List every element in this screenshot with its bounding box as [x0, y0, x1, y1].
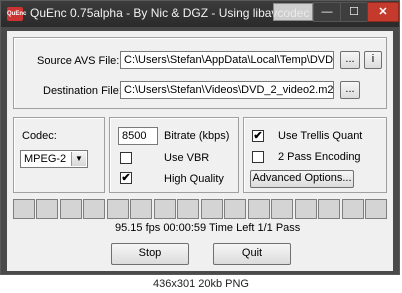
progress-cell: [13, 199, 35, 219]
codec-label: Codec:: [22, 130, 57, 142]
close-button[interactable]: ✕: [367, 2, 399, 22]
progress-cell: [154, 199, 176, 219]
destination-browse-button[interactable]: ...: [340, 81, 360, 99]
two-pass-label: 2 Pass Encoding: [278, 151, 361, 163]
info-button[interactable]: i: [364, 51, 382, 69]
minimize-button[interactable]: —: [313, 2, 341, 22]
bitrate-label: Bitrate (kbps): [164, 130, 230, 142]
source-file-label: Source AVS File:: [37, 55, 120, 67]
trellis-quant-label: Use Trellis Quant: [278, 130, 363, 142]
options-group: ✔ Use Trellis Quant 2 Pass Encoding Adva…: [243, 117, 387, 193]
codec-group: Codec: MPEG-2 ▼: [13, 117, 105, 193]
two-pass-checkbox[interactable]: [252, 151, 264, 163]
codec-selected-value: MPEG-2: [24, 153, 67, 165]
progress-cell: [365, 199, 387, 219]
destination-file-label: Destination File:: [43, 85, 122, 97]
progress-cell: [107, 199, 129, 219]
progress-cell: [271, 199, 293, 219]
progress-cell: [295, 199, 317, 219]
app-window: QuEnc QuEnc 0.75alpha - By Nic & DGZ - U…: [0, 0, 400, 275]
client-area: Source AVS File: C:\Users\Stefan\AppData…: [7, 31, 393, 271]
progress-cell: [224, 199, 246, 219]
bitrate-input[interactable]: 8500: [118, 127, 158, 145]
title-bar[interactable]: QuEnc QuEnc 0.75alpha - By Nic & DGZ - U…: [1, 1, 399, 27]
overlay-toolbar: [273, 3, 313, 21]
source-browse-button[interactable]: ...: [340, 51, 360, 69]
progress-cell: [342, 199, 364, 219]
high-quality-label: High Quality: [164, 173, 224, 185]
maximize-button[interactable]: ☐: [340, 2, 368, 22]
source-file-input[interactable]: C:\Users\Stefan\AppData\Local\Temp\DVD_2: [120, 51, 334, 69]
progress-cell: [318, 199, 340, 219]
progress-bar: [13, 199, 387, 221]
advanced-options-button[interactable]: Advanced Options...: [250, 170, 354, 188]
progress-cell: [177, 199, 199, 219]
window-title: QuEnc 0.75alpha - By Nic & DGZ - Using l…: [30, 6, 310, 20]
use-vbr-label: Use VBR: [164, 152, 210, 164]
progress-cell: [248, 199, 270, 219]
app-icon: QuEnc: [7, 7, 26, 21]
progress-cell: [130, 199, 152, 219]
encode-status-text: 95.15 fps 00:00:59 Time Left 1/1 Pass: [115, 222, 301, 234]
progress-cell: [201, 199, 223, 219]
files-group: Source AVS File: C:\Users\Stefan\AppData…: [13, 37, 387, 109]
progress-cell: [83, 199, 105, 219]
chevron-down-icon[interactable]: ▼: [71, 152, 86, 166]
use-vbr-checkbox[interactable]: [120, 152, 132, 164]
high-quality-checkbox[interactable]: ✔: [120, 172, 132, 184]
codec-select[interactable]: MPEG-2 ▼: [20, 150, 88, 168]
stop-button[interactable]: Stop: [111, 243, 189, 265]
trellis-quant-checkbox[interactable]: ✔: [252, 130, 264, 142]
quit-button[interactable]: Quit: [213, 243, 291, 265]
destination-file-input[interactable]: C:\Users\Stefan\Videos\DVD_2_video2.m2v: [120, 81, 334, 99]
image-caption: 436x301 20kb PNG: [152, 278, 249, 290]
progress-cell: [36, 199, 58, 219]
bitrate-group: 8500 Bitrate (kbps) Use VBR ✔ High Quali…: [109, 117, 239, 193]
progress-cell: [60, 199, 82, 219]
